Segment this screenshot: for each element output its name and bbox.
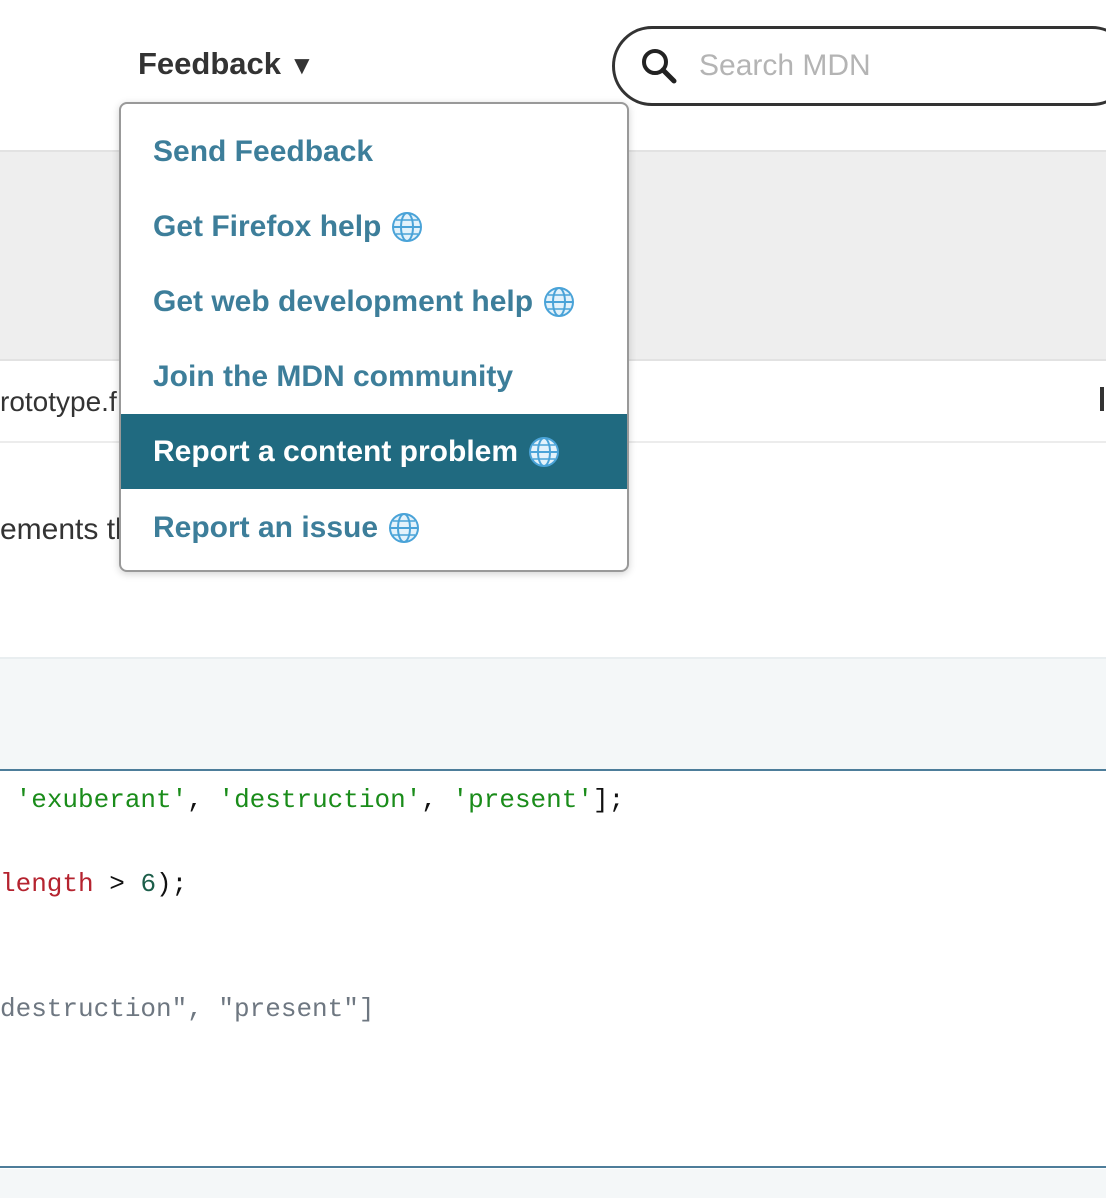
caret-down-icon: ▼ [289, 50, 315, 80]
menu-item-send-feedback[interactable]: Send Feedback [121, 114, 627, 189]
code-string: 'exuberant' [15, 785, 188, 815]
code-line: 'exuberant', 'destruction', 'present']; [15, 785, 625, 815]
code-editor-footer [0, 1169, 1106, 1198]
menu-item-label: Get web development help [153, 284, 534, 318]
feedback-menu-toggle[interactable]: Feedback ▼ [138, 46, 315, 82]
code-number: 6 [140, 869, 157, 899]
globe-icon [392, 211, 423, 242]
code-line: length > 6); [0, 869, 188, 899]
breadcrumb[interactable]: rototype.f [0, 386, 117, 418]
menu-item-label: Join the MDN community [153, 359, 514, 393]
menu-item-report-content-problem[interactable]: Report a content problem [121, 414, 627, 489]
menu-item-label: Report an issue [153, 510, 379, 544]
menu-item-label: Send Feedback [153, 134, 374, 168]
code-string: 'destruction' [218, 785, 422, 815]
globe-icon [544, 286, 575, 317]
clipped-text-edge [1100, 387, 1104, 411]
menu-item-join-community[interactable]: Join the MDN community [121, 339, 627, 414]
menu-item-get-firefox-help[interactable]: Get Firefox help [121, 189, 627, 264]
code-editor-header [0, 657, 1106, 769]
menu-item-label: Get Firefox help [153, 209, 382, 243]
globe-icon [389, 512, 420, 543]
feedback-dropdown: Send Feedback Get Firefox help Get web d… [119, 102, 629, 572]
code-output: destruction", "present"] [0, 994, 375, 1024]
code-editor[interactable]: 'exuberant', 'destruction', 'present']; … [0, 769, 1106, 1168]
menu-item-get-web-dev-help[interactable]: Get web development help [121, 264, 627, 339]
search-box [612, 26, 1106, 106]
menu-item-report-issue[interactable]: Report an issue [121, 490, 627, 565]
summary-text: ements tl [0, 513, 122, 546]
code-string: 'present' [452, 785, 593, 815]
search-icon[interactable] [639, 46, 679, 86]
search-input[interactable] [699, 41, 1099, 91]
menu-item-label: Report a content problem [153, 434, 519, 468]
feedback-label: Feedback [138, 46, 282, 81]
code-property: length [0, 869, 94, 899]
globe-icon [529, 436, 560, 467]
